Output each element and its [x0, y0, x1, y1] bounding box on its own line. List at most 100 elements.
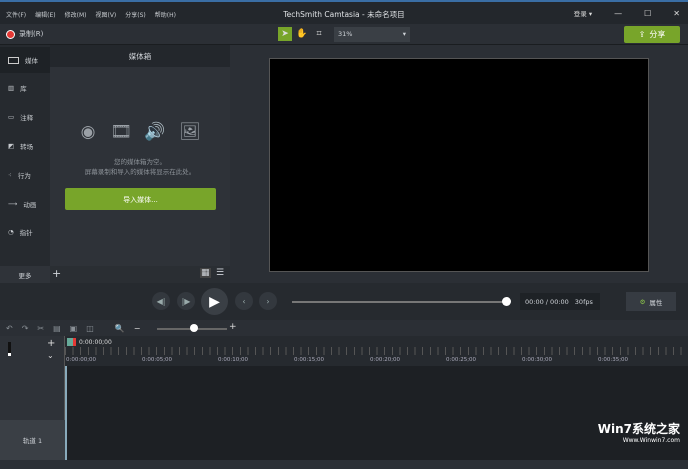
label: 注释	[20, 114, 34, 122]
sidebar-item-library[interactable]: ▥ 库	[0, 75, 50, 101]
paste-icon[interactable]: ▣	[70, 324, 78, 333]
fps-value: 30fps	[574, 297, 593, 306]
watermark-url: Www.Winwin7.com	[622, 437, 680, 444]
chevron-down-icon: ▾	[402, 30, 406, 38]
media-bin-panel: 媒体箱 ◉ 🎞 🔊 🖼 您的媒体箱为空。 屏幕录制和导入的媒体将显示在此处。 导…	[50, 45, 230, 283]
record-circle-icon: ◉	[80, 122, 96, 142]
gear-icon: ⚙	[639, 297, 646, 306]
tick-label: 0:00:35;00	[598, 357, 629, 363]
media-footer: + ▦ ☰	[50, 266, 230, 283]
sidebar-item-behaviors[interactable]: ⁖ 行为	[0, 162, 50, 188]
add-track-icon[interactable]: +	[47, 338, 55, 349]
zoom-value: 31%	[338, 30, 353, 38]
step-back-icon[interactable]: ◀|	[152, 292, 170, 310]
playhead-time: 0:00:00;00	[79, 339, 112, 346]
track-label: 轨道 1	[22, 437, 43, 445]
more-button[interactable]: 更多	[0, 266, 50, 283]
playhead-line	[65, 366, 67, 460]
pan-hand-icon[interactable]: ✋	[295, 27, 309, 41]
playhead-red-icon	[73, 338, 76, 346]
grid-view-icon[interactable]: ▦	[200, 268, 211, 278]
animation-icon: ⟶	[8, 200, 18, 208]
timeline-ruler[interactable]: 0:00:00;00 0:00:00;00 0:00:05;00 0:00:10…	[65, 336, 688, 366]
media-bin-title: 媒体箱	[50, 45, 230, 67]
copy-icon[interactable]: ▤	[53, 324, 61, 333]
sidebar-item-annotations[interactable]: ▭ 注释	[0, 104, 50, 130]
label: 行为	[17, 172, 31, 180]
watermark-brand: Win7系统之家	[597, 422, 680, 436]
preview-area	[230, 45, 688, 283]
media-icon	[8, 56, 19, 64]
redo-icon[interactable]: ↷	[22, 324, 29, 333]
image-icon: 🖼	[179, 122, 201, 142]
timeline-toolbar: ↶ ↷ ✂ ▤ ▣ ◫ 🔍 −	[0, 320, 688, 336]
split-icon[interactable]: ◫	[86, 324, 94, 333]
pointer-tool-icon[interactable]: ➤	[278, 27, 292, 41]
next-icon[interactable]: ›	[259, 292, 277, 310]
transition-icon: ◩	[8, 142, 15, 150]
tick-label: 0:00:10;00	[218, 357, 249, 363]
zoom-select[interactable]: 31% ▾	[334, 27, 410, 42]
previous-icon[interactable]: ‹	[235, 292, 253, 310]
tick-label: 0:00:15;00	[294, 357, 325, 363]
scrub-handle[interactable]	[502, 297, 511, 306]
tick-label: 0:00:20;00	[370, 357, 401, 363]
empty-message: 您的媒体箱为空。	[114, 158, 166, 166]
time-display: 00:00 / 00:00 30fps	[520, 293, 600, 310]
list-view-icon[interactable]: ☰	[216, 268, 224, 278]
crop-icon[interactable]: ⌗	[312, 27, 326, 41]
import-media-button[interactable]: 导入媒体...	[65, 188, 216, 210]
undo-icon[interactable]: ↶	[6, 324, 13, 333]
cursor-icon: ◔	[8, 228, 14, 236]
sidebar-item-animations[interactable]: ⟶ 动画	[0, 191, 50, 217]
maximize-button[interactable]: ☐	[644, 9, 651, 18]
close-button[interactable]: ✕	[673, 9, 680, 18]
record-icon	[6, 29, 15, 39]
add-button[interactable]: +	[52, 267, 61, 280]
watermark: Win7系统之家 Www.Winwin7.com	[598, 420, 680, 444]
step-forward-icon[interactable]: |▶	[177, 292, 195, 310]
label: 转场	[20, 143, 34, 151]
record-label: 录制(R)	[19, 30, 44, 38]
properties-label: 属性	[649, 298, 663, 307]
label: 动画	[23, 201, 37, 209]
minimize-button[interactable]: —	[614, 9, 622, 18]
sidebar: 媒体 ▥ 库 ▭ 注释 ◩ 转场 ⁖ 行为 ⟶ 动画 ◔ 指针	[0, 45, 50, 283]
audio-icon: 🔊	[144, 122, 166, 142]
timeline-tracks[interactable]	[65, 366, 688, 460]
tick-label: 0:00:05;00	[142, 357, 173, 363]
sidebar-item-transitions[interactable]: ◩ 转场	[0, 133, 50, 159]
chevron-down-icon[interactable]: ⌄	[47, 351, 54, 360]
sidebar-item-media[interactable]: 媒体	[0, 47, 50, 73]
zoom-in-icon[interactable]: +	[229, 322, 237, 332]
properties-button[interactable]: ⚙ 属性	[626, 292, 676, 311]
horizontal-scrollbar[interactable]	[0, 460, 688, 469]
login-button[interactable]: 登录 ▾	[574, 8, 592, 18]
label: 库	[20, 85, 27, 93]
zoom-out-icon[interactable]: −	[134, 324, 141, 333]
annotation-icon: ▭	[8, 113, 15, 121]
scrub-bar[interactable]	[292, 301, 506, 303]
track-1-header[interactable]: 轨道 1	[0, 420, 65, 460]
sidebar-item-cursor[interactable]: ◔ 指针	[0, 219, 50, 245]
track-height-slider[interactable]	[8, 342, 11, 356]
toolbar: 录制(R) ➤ ✋ ⌗ 31% ▾ ⇪ 分享	[0, 24, 688, 45]
title-bar: 文件(F) 编辑(E) 修改(M) 视图(V) 分享(S) 帮助(H) Tech…	[0, 0, 688, 24]
playback-bar: ◀| |▶ ▶ ‹ › 00:00 / 00:00 30fps ⚙ 属性	[0, 283, 688, 320]
canvas[interactable]	[269, 58, 649, 272]
tick-label: 0:00:30;00	[522, 357, 553, 363]
library-icon: ▥	[8, 84, 15, 92]
label: 指针	[19, 229, 33, 237]
behavior-icon: ⁖	[8, 171, 12, 179]
label: 媒体	[25, 57, 38, 65]
play-button[interactable]: ▶	[201, 288, 228, 315]
share-button[interactable]: ⇪ 分享	[624, 26, 680, 43]
zoom-icon[interactable]: 🔍	[115, 324, 125, 333]
empty-hint: 屏幕录制和导入的媒体将显示在此处。	[84, 168, 196, 176]
tick-label: 0:00:25;00	[446, 357, 477, 363]
timeline-zoom-handle[interactable]	[190, 324, 198, 332]
time-value: 00:00 / 00:00	[525, 297, 569, 306]
film-icon: 🎞	[110, 122, 132, 142]
cut-icon[interactable]: ✂	[37, 324, 44, 333]
record-button[interactable]: 录制(R)	[6, 29, 43, 39]
